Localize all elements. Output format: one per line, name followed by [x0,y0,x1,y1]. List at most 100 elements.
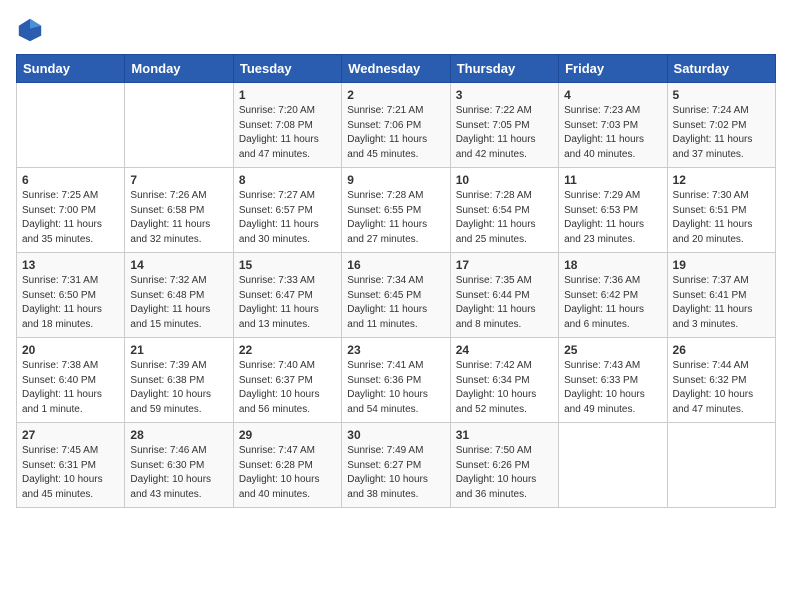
day-info: Sunrise: 7:50 AM Sunset: 6:26 PM Dayligh… [456,444,553,502]
day-cell: 22 Sunrise: 7:40 AM Sunset: 6:37 PM Dayli… [233,338,341,423]
day-cell: 28 Sunrise: 7:46 AM Sunset: 6:30 PM Dayli… [125,423,233,508]
header-saturday: Saturday [667,55,775,83]
day-info: Sunrise: 7:20 AM Sunset: 7:08 PM Dayligh… [239,104,336,162]
day-number: 26 [673,343,770,357]
week-row-5: 27Sunrise: 7:45 AM Sunset: 6:31 PM Dayli… [17,423,776,508]
week-row-3: 13 Sunrise: 7:31 AM Sunset: 6:50 PM Dayli… [17,253,776,338]
day-number: 12 [673,173,770,187]
day-info: Sunrise: 7:29 AM Sunset: 6:53 PM Dayligh… [564,189,661,247]
day-info: Sunrise: 7:33 AM Sunset: 6:47 PM Dayligh… [239,274,336,332]
calendar-body: 1Sunrise: 7:20 AM Sunset: 7:08 PM Daylig… [17,83,776,508]
day-number: 22 [239,343,336,357]
header-sunday: Sunday [17,55,125,83]
day-cell: 17 Sunrise: 7:35 AM Sunset: 6:44 PM Dayli… [450,253,558,338]
day-info: Sunrise: 7:25 AM Sunset: 7:00 PM Dayligh… [22,189,119,247]
day-info: Sunrise: 7:24 AM Sunset: 7:02 PM Dayligh… [673,104,770,162]
day-number: 7 [130,173,227,187]
day-info: Sunrise: 7:31 AM Sunset: 6:50 PM Dayligh… [22,274,119,332]
day-number: 2 [347,88,444,102]
day-number: 4 [564,88,661,102]
day-number: 27 [22,428,119,442]
day-cell [559,423,667,508]
day-cell: 15 Sunrise: 7:33 AM Sunset: 6:47 PM Dayli… [233,253,341,338]
day-info: Sunrise: 7:27 AM Sunset: 6:57 PM Dayligh… [239,189,336,247]
day-info: Sunrise: 7:21 AM Sunset: 7:06 PM Dayligh… [347,104,444,162]
header-thursday: Thursday [450,55,558,83]
day-number: 16 [347,258,444,272]
day-number: 31 [456,428,553,442]
day-cell: 20 Sunrise: 7:38 AM Sunset: 6:40 PM Dayli… [17,338,125,423]
day-number: 30 [347,428,444,442]
day-cell: 3Sunrise: 7:22 AM Sunset: 7:05 PM Daylig… [450,83,558,168]
day-number: 29 [239,428,336,442]
day-cell: 12Sunrise: 7:30 AM Sunset: 6:51 PM Dayli… [667,168,775,253]
day-number: 9 [347,173,444,187]
day-cell: 14 Sunrise: 7:32 AM Sunset: 6:48 PM Dayli… [125,253,233,338]
day-cell: 30 Sunrise: 7:49 AM Sunset: 6:27 PM Dayli… [342,423,450,508]
day-cell: 26Sunrise: 7:44 AM Sunset: 6:32 PM Dayli… [667,338,775,423]
day-info: Sunrise: 7:41 AM Sunset: 6:36 PM Dayligh… [347,359,444,417]
day-number: 28 [130,428,227,442]
day-info: Sunrise: 7:34 AM Sunset: 6:45 PM Dayligh… [347,274,444,332]
day-cell: 6 Sunrise: 7:25 AM Sunset: 7:00 PM Daylig… [17,168,125,253]
calendar-table: SundayMondayTuesdayWednesdayThursdayFrid… [16,54,776,508]
day-cell: 29 Sunrise: 7:47 AM Sunset: 6:28 PM Dayli… [233,423,341,508]
day-number: 8 [239,173,336,187]
day-cell: 24 Sunrise: 7:42 AM Sunset: 6:34 PM Dayli… [450,338,558,423]
day-cell: 27Sunrise: 7:45 AM Sunset: 6:31 PM Dayli… [17,423,125,508]
day-number: 19 [673,258,770,272]
day-number: 14 [130,258,227,272]
header-wednesday: Wednesday [342,55,450,83]
day-cell [125,83,233,168]
day-number: 17 [456,258,553,272]
day-cell: 7 Sunrise: 7:26 AM Sunset: 6:58 PM Daylig… [125,168,233,253]
day-cell: 2 Sunrise: 7:21 AM Sunset: 7:06 PM Daylig… [342,83,450,168]
day-number: 3 [456,88,553,102]
day-info: Sunrise: 7:46 AM Sunset: 6:30 PM Dayligh… [130,444,227,502]
day-cell: 18Sunrise: 7:36 AM Sunset: 6:42 PM Dayli… [559,253,667,338]
day-number: 15 [239,258,336,272]
header-friday: Friday [559,55,667,83]
logo-icon [16,16,44,44]
day-info: Sunrise: 7:47 AM Sunset: 6:28 PM Dayligh… [239,444,336,502]
day-number: 24 [456,343,553,357]
day-cell: 31 Sunrise: 7:50 AM Sunset: 6:26 PM Dayli… [450,423,558,508]
page-header [16,16,776,44]
day-info: Sunrise: 7:28 AM Sunset: 6:55 PM Dayligh… [347,189,444,247]
day-number: 5 [673,88,770,102]
day-info: Sunrise: 7:32 AM Sunset: 6:48 PM Dayligh… [130,274,227,332]
day-info: Sunrise: 7:43 AM Sunset: 6:33 PM Dayligh… [564,359,661,417]
day-cell: 21 Sunrise: 7:39 AM Sunset: 6:38 PM Dayli… [125,338,233,423]
day-number: 20 [22,343,119,357]
day-info: Sunrise: 7:38 AM Sunset: 6:40 PM Dayligh… [22,359,119,417]
day-cell: 16 Sunrise: 7:34 AM Sunset: 6:45 PM Dayli… [342,253,450,338]
day-number: 23 [347,343,444,357]
header-tuesday: Tuesday [233,55,341,83]
day-info: Sunrise: 7:42 AM Sunset: 6:34 PM Dayligh… [456,359,553,417]
day-cell: 1Sunrise: 7:20 AM Sunset: 7:08 PM Daylig… [233,83,341,168]
day-cell: 23 Sunrise: 7:41 AM Sunset: 6:36 PM Dayli… [342,338,450,423]
day-cell: 5 Sunrise: 7:24 AM Sunset: 7:02 PM Daylig… [667,83,775,168]
day-info: Sunrise: 7:23 AM Sunset: 7:03 PM Dayligh… [564,104,661,162]
day-info: Sunrise: 7:35 AM Sunset: 6:44 PM Dayligh… [456,274,553,332]
day-cell [17,83,125,168]
day-info: Sunrise: 7:37 AM Sunset: 6:41 PM Dayligh… [673,274,770,332]
day-info: Sunrise: 7:39 AM Sunset: 6:38 PM Dayligh… [130,359,227,417]
week-row-4: 20 Sunrise: 7:38 AM Sunset: 6:40 PM Dayli… [17,338,776,423]
day-number: 10 [456,173,553,187]
day-cell: 10 Sunrise: 7:28 AM Sunset: 6:54 PM Dayli… [450,168,558,253]
header-monday: Monday [125,55,233,83]
day-info: Sunrise: 7:49 AM Sunset: 6:27 PM Dayligh… [347,444,444,502]
day-info: Sunrise: 7:26 AM Sunset: 6:58 PM Dayligh… [130,189,227,247]
day-number: 21 [130,343,227,357]
calendar-header-row: SundayMondayTuesdayWednesdayThursdayFrid… [17,55,776,83]
day-cell: 13 Sunrise: 7:31 AM Sunset: 6:50 PM Dayli… [17,253,125,338]
day-number: 13 [22,258,119,272]
day-info: Sunrise: 7:40 AM Sunset: 6:37 PM Dayligh… [239,359,336,417]
week-row-1: 1Sunrise: 7:20 AM Sunset: 7:08 PM Daylig… [17,83,776,168]
day-info: Sunrise: 7:36 AM Sunset: 6:42 PM Dayligh… [564,274,661,332]
day-cell: 4 Sunrise: 7:23 AM Sunset: 7:03 PM Daylig… [559,83,667,168]
day-number: 6 [22,173,119,187]
day-info: Sunrise: 7:28 AM Sunset: 6:54 PM Dayligh… [456,189,553,247]
day-cell: 9 Sunrise: 7:28 AM Sunset: 6:55 PM Daylig… [342,168,450,253]
